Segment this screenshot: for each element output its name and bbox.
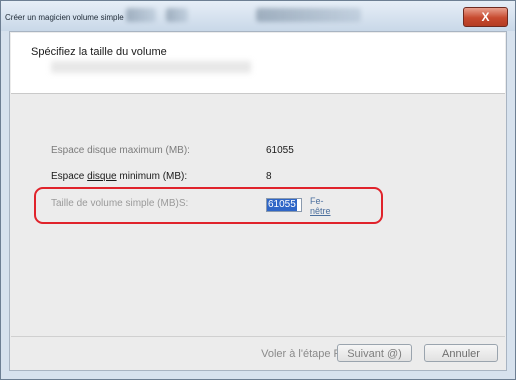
title-bar[interactable]: Créer un magicien volume simple X (1, 1, 515, 31)
blurred-title-area (166, 8, 188, 22)
volume-size-selected-text: 61055 (267, 199, 297, 211)
blurred-subtitle (51, 61, 251, 73)
min-space-label: Espace disque minimum (MB): (51, 171, 187, 182)
wizard-content: Spécifiez la taille du volume Espace dis… (9, 31, 507, 371)
min-space-label-underlined: disque (87, 171, 117, 182)
blurred-title-area (126, 8, 156, 22)
max-space-label: Espace disque maximum (MB): (51, 145, 190, 156)
min-space-label-suffix: minimum (MB): (116, 171, 188, 182)
next-button[interactable]: Suivant @) (337, 344, 412, 362)
cancel-button[interactable]: Annuler (424, 344, 498, 362)
side-label: Fe- nêtre (310, 196, 331, 216)
wizard-window: Créer un magicien volume simple X Spécif… (0, 0, 516, 380)
side-label-line1: Fe- (310, 196, 324, 206)
close-icon: X (481, 10, 490, 24)
previous-button[interactable]: Voler à l'étape P (260, 344, 342, 362)
volume-size-input[interactable]: 61055 (266, 198, 302, 212)
page-title: Spécifiez la taille du volume (31, 46, 167, 58)
volume-size-label: Taille de volume simple (MB)S: (51, 198, 189, 209)
max-space-value: 61055 (266, 145, 294, 156)
blurred-title-area (256, 8, 361, 22)
side-label-line2: nêtre (310, 206, 331, 216)
min-space-label-prefix: Espace (51, 171, 88, 182)
footer-divider (11, 336, 505, 337)
close-button[interactable]: X (463, 7, 508, 27)
header-panel: Spécifiez la taille du volume (11, 33, 505, 94)
window-title: Créer un magicien volume simple (5, 13, 124, 22)
min-space-value: 8 (266, 171, 272, 182)
